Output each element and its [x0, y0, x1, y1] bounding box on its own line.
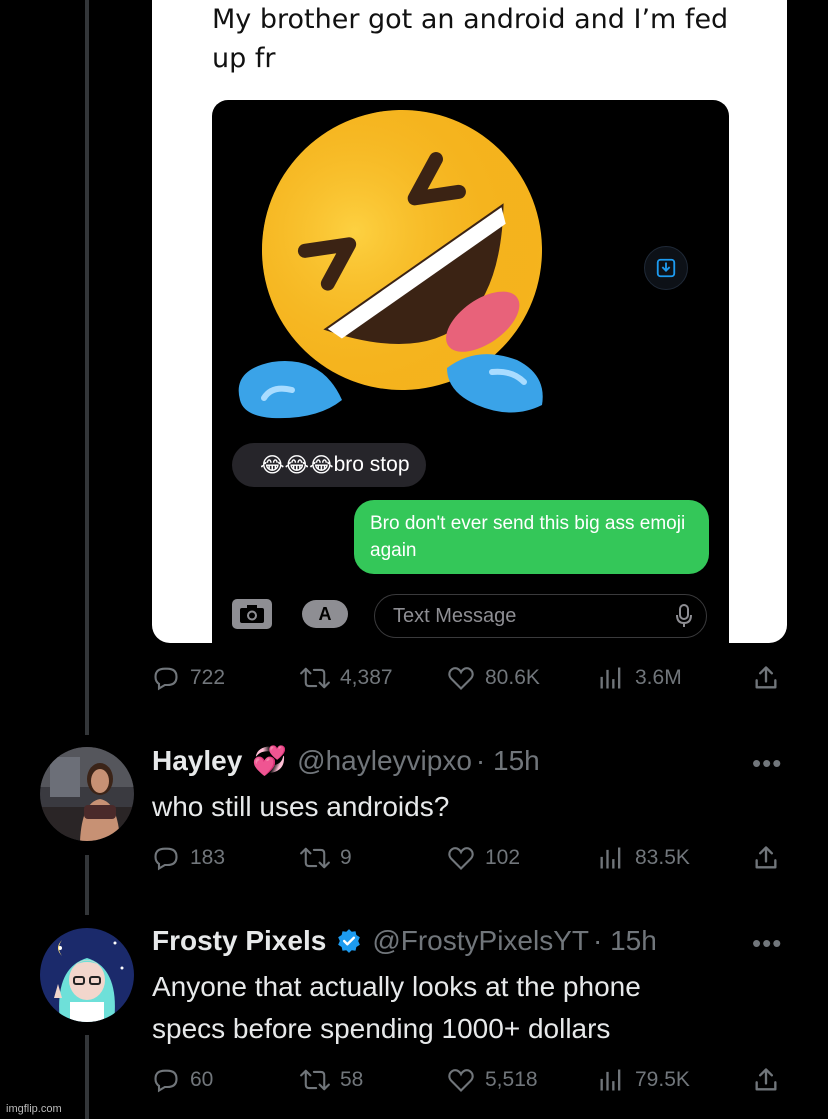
reply-icon — [154, 847, 178, 871]
share-icon — [755, 1068, 777, 1091]
share-button[interactable] — [752, 844, 780, 872]
views-icon — [600, 667, 621, 689]
sent-message-bubble: Bro don't ever send this big ass emoji a… — [354, 500, 709, 574]
reply-icon — [154, 667, 178, 691]
reply-button[interactable]: 60 — [152, 1066, 213, 1094]
heart-icon — [448, 667, 474, 690]
post-image-card[interactable]: My brother got an android and I’m fed up… — [152, 0, 787, 643]
reply-count: 60 — [190, 1068, 214, 1091]
avatar-hayley[interactable] — [40, 747, 134, 841]
thread-line-top — [85, 0, 89, 735]
received-message-text: bro stop — [333, 453, 410, 476]
camera-button[interactable] — [232, 599, 272, 629]
share-icon — [755, 846, 777, 869]
post-action-bar: 722 4,387 80.6K 3.6M — [152, 664, 792, 696]
repost-icon — [300, 1069, 330, 1091]
repost-count: 58 — [340, 1068, 364, 1091]
share-button[interactable] — [752, 1066, 780, 1094]
message-screenshot: 😂😂😂 bro stop Bro don't ever send this bi… — [212, 100, 729, 643]
reply-button[interactable]: 183 — [152, 844, 225, 872]
views-button[interactable]: 79.5K — [597, 1066, 690, 1094]
reply-button[interactable]: 722 — [152, 664, 225, 692]
microphone-icon[interactable] — [676, 604, 692, 628]
heart-icon — [448, 847, 474, 870]
more-options-button[interactable]: ••• — [752, 928, 782, 959]
camera-icon — [240, 605, 264, 623]
repost-button[interactable]: 58 — [300, 1066, 363, 1094]
views-count: 79.5K — [635, 1068, 690, 1091]
views-count: 3.6M — [635, 666, 682, 689]
like-button[interactable]: 80.6K — [447, 664, 540, 692]
repost-button[interactable]: 9 — [300, 844, 352, 872]
avatar-frosty-pixels[interactable] — [40, 928, 134, 1022]
repost-count: 4,387 — [340, 666, 393, 689]
reply-header-frosty-pixels: Frosty Pixels @FrostyPixelsYT · 15h — [152, 925, 657, 957]
thread-line-middle — [85, 855, 89, 915]
reply-header-hayley: Hayley 💞 @hayleyvipxo · 15h — [152, 744, 540, 777]
like-count: 102 — [485, 846, 521, 869]
share-button[interactable] — [752, 664, 780, 692]
reply-text-line-2: specs before spending 1000+ dollars — [152, 1013, 611, 1044]
text-message-field[interactable]: Text Message — [374, 594, 707, 638]
views-icon — [600, 847, 621, 869]
views-button[interactable]: 3.6M — [597, 664, 682, 692]
like-button[interactable]: 102 — [447, 844, 520, 872]
laughing-emojis: 😂😂😂 — [260, 453, 334, 477]
like-count: 5,518 — [485, 1068, 538, 1091]
views-button[interactable]: 83.5K — [597, 844, 690, 872]
repost-icon — [300, 847, 330, 869]
reply-author-name[interactable]: Hayley — [152, 745, 242, 777]
views-icon — [600, 1069, 621, 1091]
heart-badge-icon: 💞 — [252, 745, 288, 776]
reply-text: who still uses androids? — [152, 791, 450, 822]
save-image-button[interactable] — [644, 246, 688, 290]
app-store-button[interactable]: A — [302, 600, 348, 628]
repost-count: 9 — [340, 846, 352, 869]
like-count: 80.6K — [485, 666, 540, 689]
reply-text: Anyone that actually looks at the phone … — [152, 966, 772, 1050]
sent-message-text: Bro don't ever send this big ass emoji a… — [370, 513, 686, 561]
views-count: 83.5K — [635, 846, 690, 869]
reply-action-bar: 183 9 102 83.5K — [152, 844, 792, 876]
post-caption: My brother got an android and I’m fed up… — [212, 4, 729, 74]
reply-timestamp[interactable]: · 15h — [593, 925, 657, 957]
reply-author-handle[interactable]: @FrostyPixelsYT — [372, 925, 589, 957]
reply-icon — [154, 1069, 178, 1093]
thread-line-bottom — [85, 1035, 89, 1119]
reply-author-handle[interactable]: @hayleyvipxo — [297, 745, 472, 777]
verified-badge-icon — [338, 929, 361, 953]
text-message-placeholder: Text Message — [393, 604, 517, 627]
message-composer: A Text Message — [232, 594, 709, 640]
reply-count: 183 — [190, 846, 226, 869]
repost-icon — [300, 667, 330, 689]
more-options-button[interactable]: ••• — [752, 748, 782, 779]
watermark: imgflip.com — [6, 1103, 62, 1115]
received-message-bubble: 😂😂😂 bro stop — [232, 443, 426, 487]
download-icon — [656, 258, 676, 278]
share-icon — [755, 666, 777, 689]
like-button[interactable]: 5,518 — [447, 1066, 538, 1094]
app-store-icon: A — [318, 603, 332, 624]
reply-count: 722 — [190, 666, 226, 689]
reply-author-name[interactable]: Frosty Pixels — [152, 925, 326, 957]
reply-timestamp[interactable]: · 15h — [476, 745, 540, 777]
repost-button[interactable]: 4,387 — [300, 664, 393, 692]
heart-icon — [448, 1069, 474, 1092]
reply-text-line-1: Anyone that actually looks at the phone — [152, 971, 641, 1002]
reply-action-bar: 60 58 5,518 79.5K — [152, 1066, 792, 1098]
